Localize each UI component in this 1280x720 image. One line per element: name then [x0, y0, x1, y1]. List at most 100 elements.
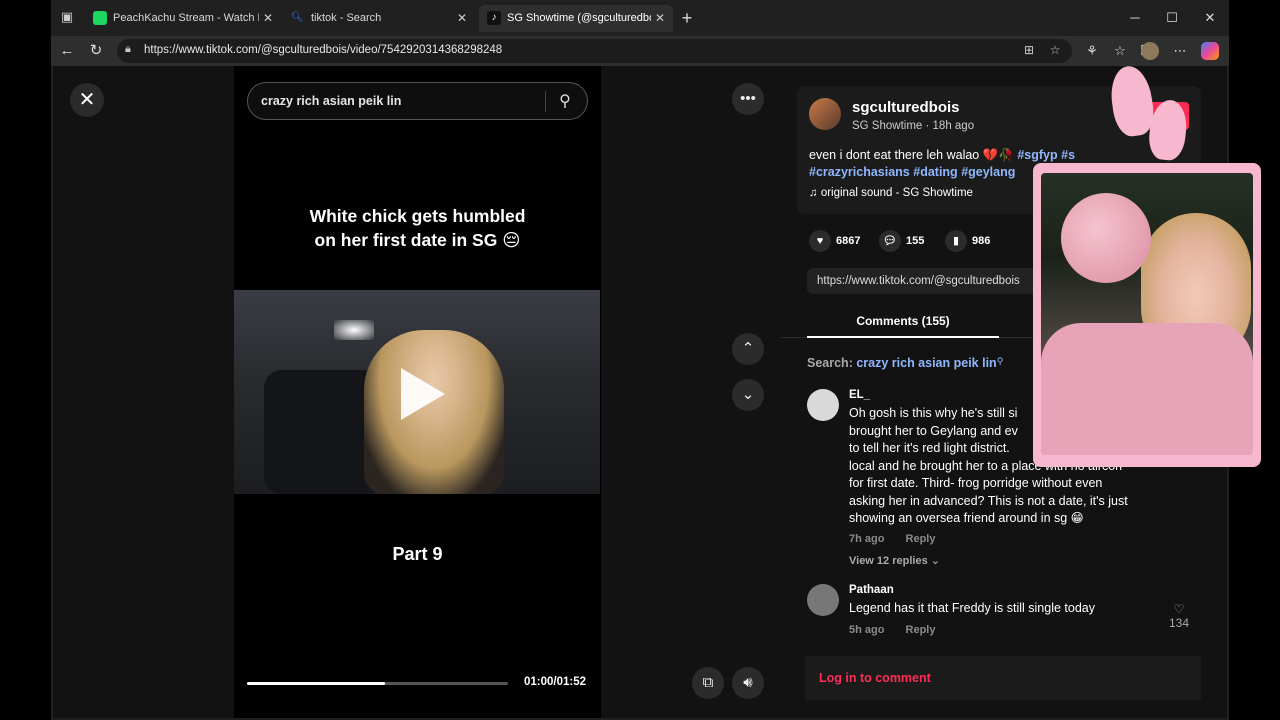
reply-button[interactable]: Reply — [906, 624, 936, 636]
video-frame — [234, 290, 600, 494]
save-stat[interactable]: ▮ 986 — [945, 230, 991, 253]
creator-subline: SG Showtime · 18h ago — [852, 120, 975, 132]
comment-search-line: Search: crazy rich asian peik lin⚲ — [807, 356, 1003, 370]
search-icon[interactable]: ⚲ — [997, 356, 1004, 366]
search-icon[interactable]: ⚲ — [555, 91, 575, 111]
comment-count: 155 — [906, 235, 925, 247]
commenter-avatar[interactable] — [807, 389, 839, 421]
webcam-overlay — [1033, 163, 1261, 467]
url-text[interactable]: https://www.tiktok.com/@sgculturedbois/v… — [144, 44, 502, 56]
commenter-name[interactable]: EL_ — [849, 389, 870, 401]
video-search-box[interactable]: crazy rich asian peik lin ⚲ — [247, 82, 588, 120]
hashtag[interactable]: #crazyrichasians — [809, 165, 910, 179]
comment-item: Pathaan Legend has it that Freddy is sti… — [807, 584, 1207, 644]
tab-bar: ▣ PeachKachu Stream - Watch Live ✕ 🔍︎ ti… — [51, 0, 1229, 36]
search-query[interactable]: crazy rich asian peik lin — [261, 94, 401, 108]
video-area: ✕ crazy rich asian peik lin ⚲ White chic… — [53, 66, 781, 718]
tab-peachkachu[interactable]: PeachKachu Stream - Watch Live ✕ — [85, 5, 281, 32]
search-term-link[interactable]: crazy rich asian peik lin — [856, 356, 996, 370]
close-window-icon[interactable]: ✕ — [1199, 8, 1221, 28]
more-menu-icon[interactable]: ⋯ — [1171, 42, 1189, 60]
back-icon[interactable]: ← — [57, 41, 77, 61]
extensions-icon[interactable]: ⚘ — [1083, 42, 1101, 60]
music-note-icon: ♫ — [809, 187, 821, 199]
heart-outline-icon[interactable]: ♡ — [1169, 602, 1189, 616]
profile-avatar[interactable] — [1141, 42, 1159, 60]
tab-title: SG Showtime (@sgculturedbois) — [507, 12, 651, 24]
commenter-avatar[interactable] — [807, 584, 839, 616]
plush-toy — [1061, 193, 1151, 283]
comment-like[interactable]: ♡ 134 — [1169, 602, 1189, 630]
hashtag[interactable]: #geylang — [961, 165, 1015, 179]
view-replies-button[interactable]: View 12 replies ⌄ — [849, 554, 940, 567]
favorites-icon[interactable]: ☆ — [1111, 42, 1129, 60]
comment-line: showing an oversea friend around in sg 😁 — [849, 511, 1084, 525]
progress-fill — [247, 682, 386, 685]
next-video-icon[interactable]: ⌄ — [732, 379, 764, 411]
tab-tiktok-active[interactable]: ♪ SG Showtime (@sgculturedbois) ✕ — [479, 5, 673, 32]
hashtag[interactable]: #dating — [913, 165, 957, 179]
play-icon[interactable] — [401, 368, 445, 420]
bookmark-icon[interactable]: ▮ — [945, 230, 967, 253]
more-options-icon[interactable]: ••• — [732, 83, 764, 115]
address-toolbar: ← ↻ 🔒︎ https://www.tiktok.com/@sgculture… — [51, 36, 1229, 66]
comment-meta: 5h ago Reply — [849, 624, 935, 636]
sound-name[interactable]: original sound - SG Showtime — [821, 187, 973, 199]
video-progress-bar[interactable] — [247, 682, 508, 685]
tiktok-favicon-icon: ♪ — [487, 11, 501, 25]
desc-text: even i dont eat there leh walao 💔🥀 — [809, 148, 1018, 162]
webcam-feed — [1041, 173, 1253, 455]
close-tab-icon[interactable]: ✕ — [455, 5, 469, 32]
tab-title: PeachKachu Stream - Watch Live — [113, 12, 259, 24]
share-link-field[interactable]: https://www.tiktok.com/@sgculturedbois — [807, 268, 1067, 294]
close-tab-icon[interactable]: ✕ — [261, 5, 275, 32]
login-to-comment[interactable]: Log in to comment — [805, 656, 1201, 700]
like-stat[interactable]: ♥ 6867 — [809, 230, 861, 253]
comment-text: Legend has it that Freddy is still singl… — [849, 601, 1095, 615]
refresh-icon[interactable]: ↻ — [86, 41, 106, 61]
comment-time: 5h ago — [849, 624, 885, 636]
new-tab-icon[interactable]: + — [677, 8, 697, 28]
like-count: 6867 — [836, 235, 861, 247]
previous-video-icon[interactable]: ⌃ — [732, 333, 764, 365]
commenter-name[interactable]: Pathaan — [849, 584, 894, 596]
part-label: Part 9 — [392, 544, 443, 564]
video-caption-line1: White chick gets humbled — [309, 206, 526, 226]
search-favicon-icon: 🔍︎ — [291, 12, 304, 23]
reply-button[interactable]: Reply — [906, 533, 936, 545]
tab-search[interactable]: 🔍︎ tiktok - Search ✕ — [283, 5, 475, 32]
close-tab-icon[interactable]: ✕ — [653, 5, 667, 32]
car-light — [334, 320, 374, 340]
floating-player-icon[interactable]: ⧉ — [692, 667, 724, 699]
streamer-sweater — [1041, 323, 1253, 455]
tab-actions-icon[interactable]: ▣ — [59, 9, 75, 25]
creator-avatar[interactable] — [809, 98, 841, 130]
search-divider — [545, 91, 546, 112]
video-caption-line2: on her first date in SG 😔 — [314, 230, 521, 250]
comment-meta: 7h ago Reply — [849, 533, 935, 545]
favorite-star-icon[interactable]: ☆ — [1047, 43, 1063, 59]
video-player[interactable]: crazy rich asian peik lin ⚲ White chick … — [234, 66, 601, 718]
close-video-icon[interactable]: ✕ — [70, 83, 104, 117]
video-time: 01:00/01:52 — [524, 676, 587, 688]
tab-title: tiktok - Search — [311, 12, 382, 24]
app-available-icon[interactable]: ⊞ — [1021, 43, 1037, 59]
comment-icon[interactable]: 💬︎ — [879, 230, 901, 253]
heart-icon[interactable]: ♥ — [809, 230, 831, 253]
hashtag[interactable]: #s — [1061, 148, 1075, 162]
lock-icon: 🔒︎ — [125, 43, 131, 55]
save-count: 986 — [972, 235, 991, 247]
copilot-icon[interactable] — [1201, 42, 1219, 60]
address-bar[interactable]: 🔒︎ https://www.tiktok.com/@sgculturedboi… — [117, 39, 1072, 63]
tab-comments[interactable]: Comments (155) — [807, 310, 999, 338]
sound-row[interactable]: ♫ original sound - SG Showtime — [809, 187, 973, 199]
hashtag[interactable]: #sgfyp — [1017, 148, 1057, 162]
comment-line: asking her in advanced? This is not a da… — [849, 493, 1128, 508]
creator-username[interactable]: sgculturedbois — [852, 99, 960, 116]
comment-line: for first date. Third- frog porridge wit… — [849, 476, 1103, 490]
volume-icon[interactable]: 🔊︎ — [732, 667, 764, 699]
maximize-icon[interactable]: ☐ — [1161, 8, 1183, 28]
minimize-icon[interactable]: ─ — [1124, 8, 1146, 28]
comment-stat[interactable]: 💬︎ 155 — [879, 230, 925, 253]
search-label: Search: — [807, 356, 853, 370]
